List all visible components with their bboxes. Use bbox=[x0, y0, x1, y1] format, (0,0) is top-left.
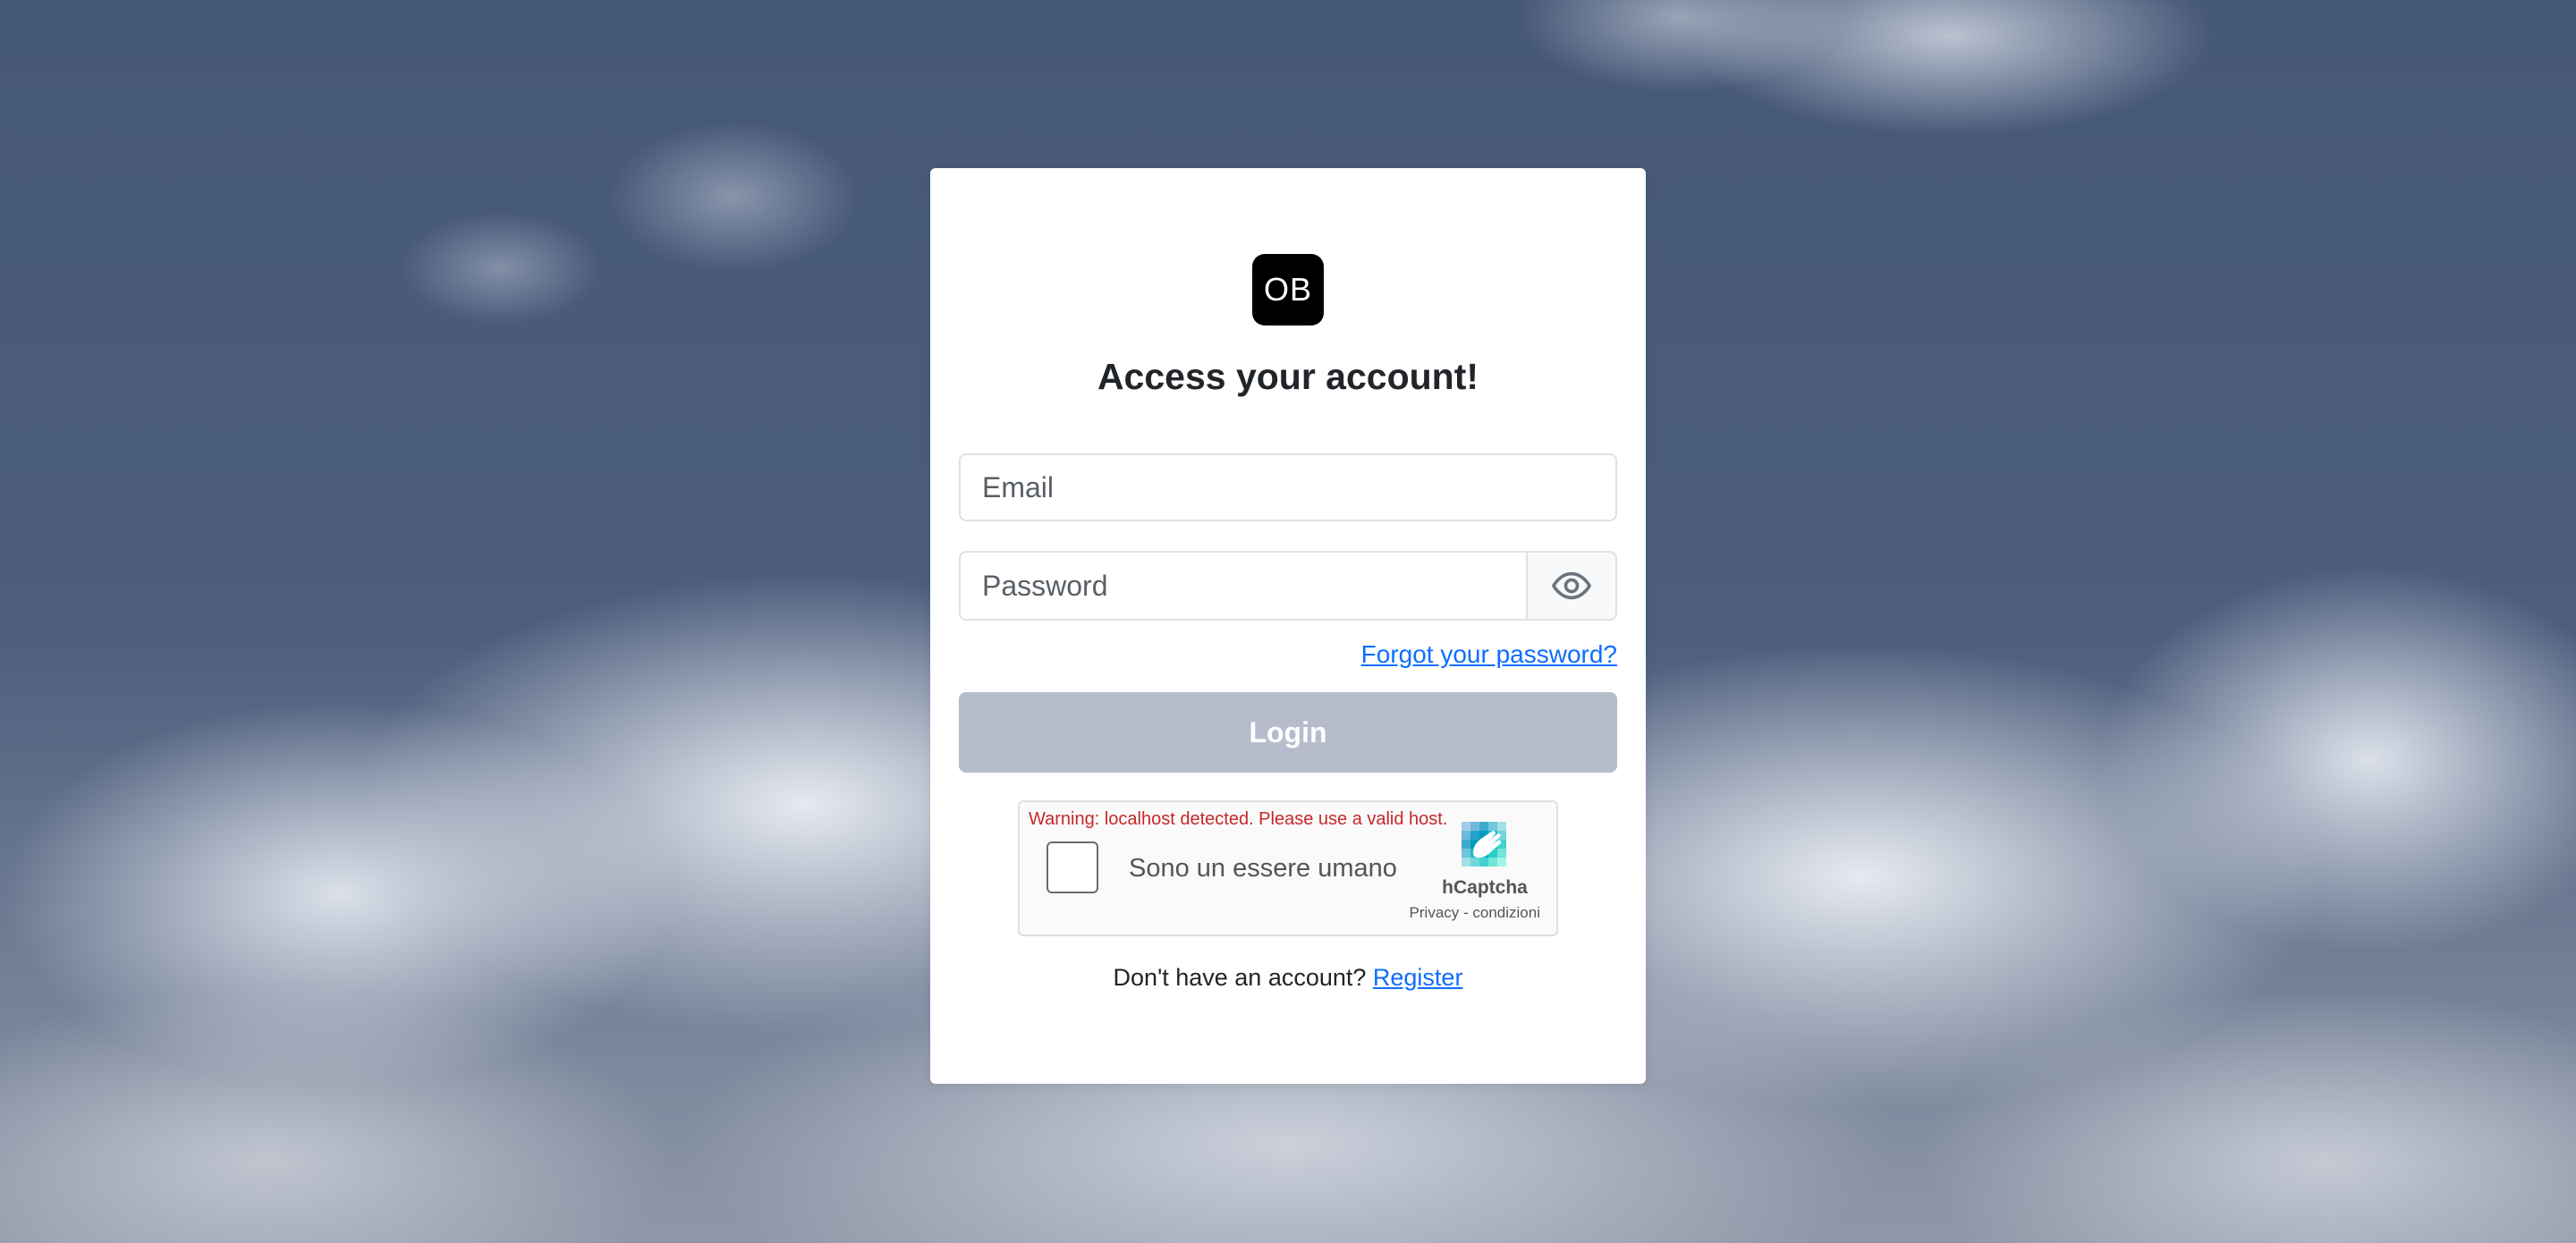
captcha-links-separator: - bbox=[1459, 904, 1473, 921]
forgot-password-link[interactable]: Forgot your password? bbox=[1361, 640, 1617, 669]
password-group bbox=[959, 551, 1617, 621]
captcha-brand: hCaptcha bbox=[1442, 877, 1528, 898]
register-prompt: Don't have an account? Register bbox=[930, 964, 1646, 992]
hcaptcha-widget: Warning: localhost detected. Please use … bbox=[1018, 800, 1558, 936]
app-logo: OB bbox=[1252, 254, 1324, 326]
captcha-checkbox-label: Sono un essere umano bbox=[1129, 854, 1397, 883]
app-logo-text: OB bbox=[1263, 271, 1312, 308]
page-title: Access your account! bbox=[1097, 356, 1479, 397]
login-card: OB Access your account! Forgot your pass… bbox=[930, 168, 1646, 1084]
toggle-password-visibility-button[interactable] bbox=[1526, 551, 1617, 621]
captcha-terms-link[interactable]: condizioni bbox=[1472, 904, 1540, 921]
password-field[interactable] bbox=[959, 551, 1526, 621]
register-link[interactable]: Register bbox=[1373, 964, 1463, 991]
login-button[interactable]: Login bbox=[959, 692, 1617, 773]
captcha-privacy-link[interactable]: Privacy bbox=[1410, 904, 1460, 921]
hcaptcha-logo-icon bbox=[1462, 822, 1506, 867]
email-field[interactable] bbox=[959, 453, 1617, 521]
captcha-warning: Warning: localhost detected. Please use … bbox=[1029, 809, 1448, 829]
eye-icon bbox=[1552, 571, 1591, 600]
captcha-links: Privacy - condizioni bbox=[1410, 904, 1540, 922]
captcha-checkbox[interactable] bbox=[1046, 841, 1098, 893]
register-prompt-text: Don't have an account? bbox=[1113, 964, 1373, 991]
